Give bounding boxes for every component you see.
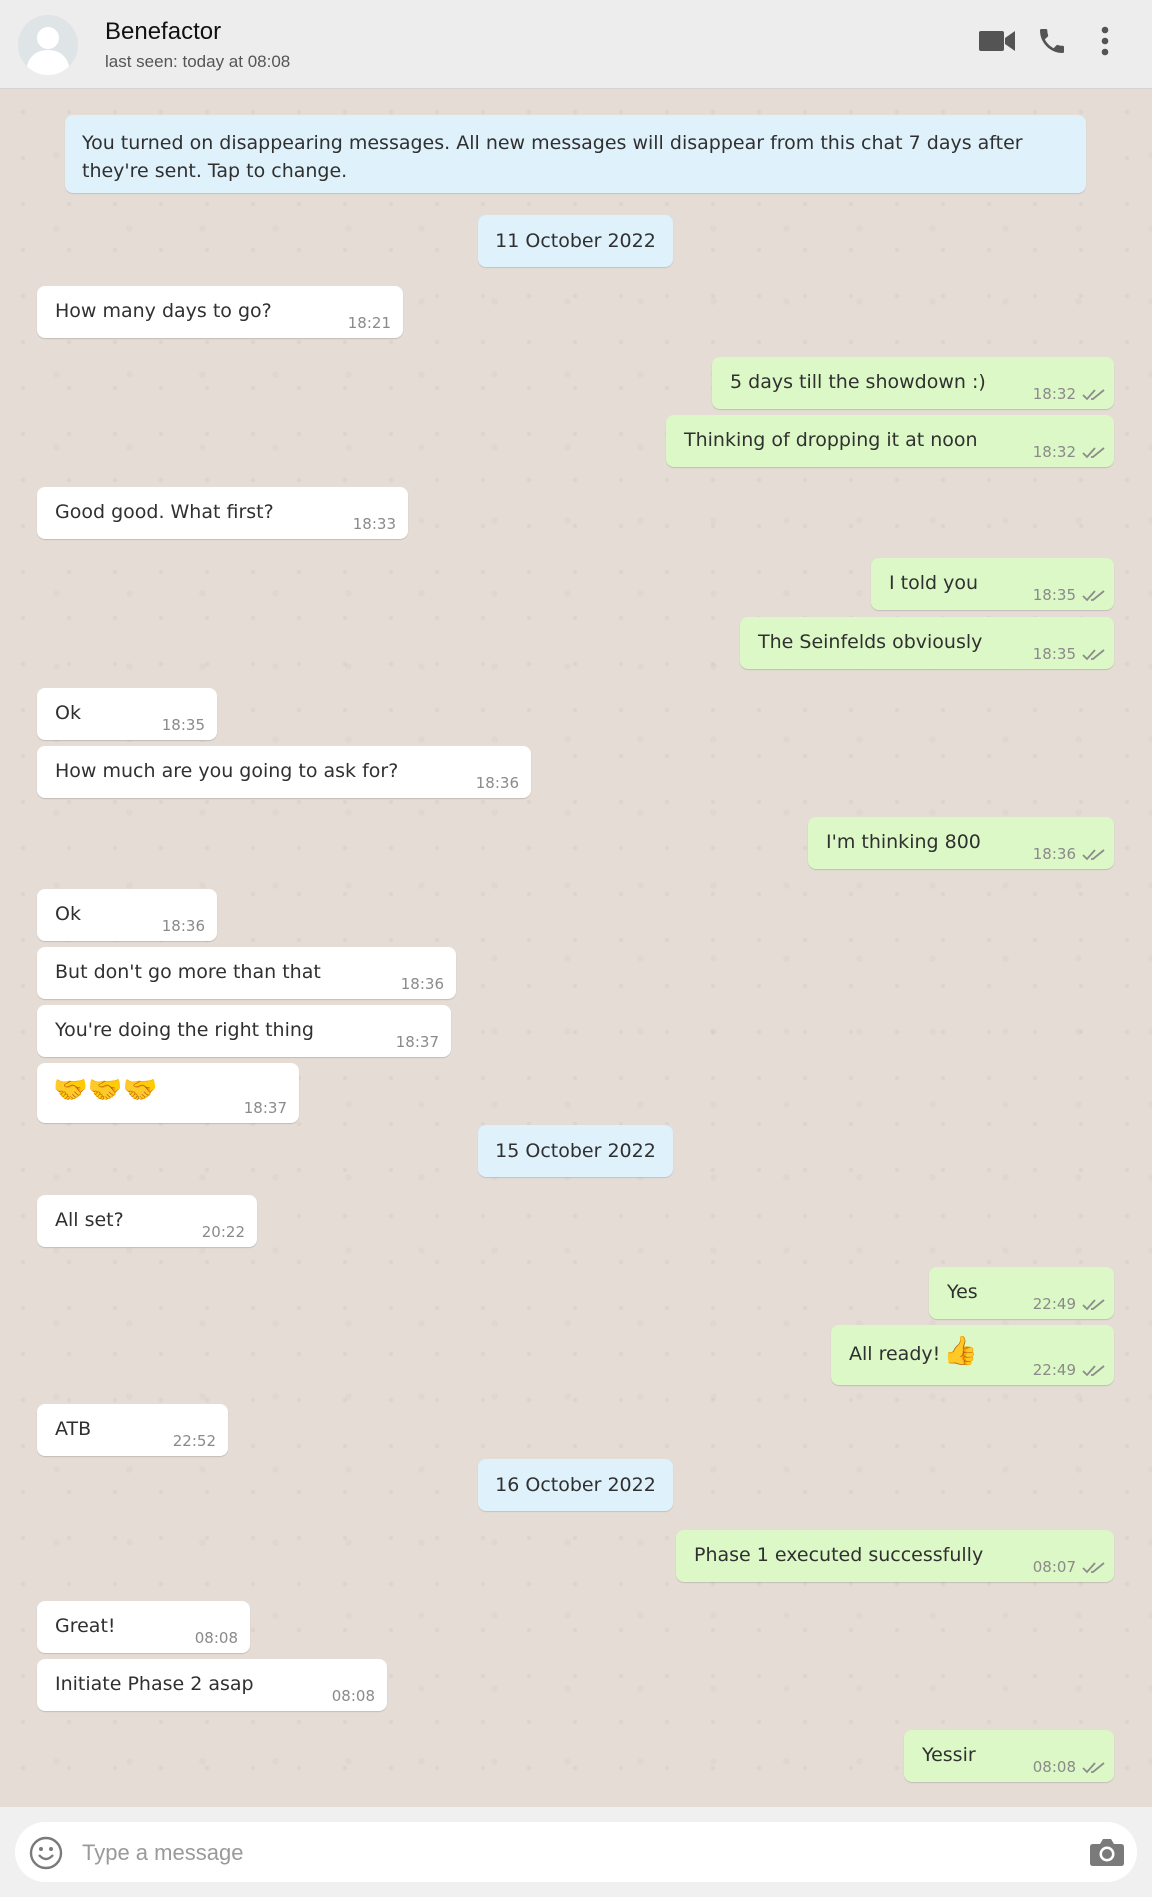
message-time: 18:33	[352, 515, 396, 533]
message-text: Great!	[55, 1615, 116, 1637]
double-check-icon	[1082, 1562, 1105, 1574]
message-time: 08:07	[1032, 1558, 1076, 1576]
message-incoming[interactable]: You're doing the right thing 18:37	[37, 1005, 451, 1057]
message-outgoing[interactable]: Yessir 08:08	[904, 1730, 1114, 1782]
message-text: How much are you going to ask for?	[55, 760, 399, 782]
message-incoming[interactable]: Ok 18:36	[37, 889, 217, 941]
voice-call-icon[interactable]	[1036, 25, 1068, 57]
message-incoming[interactable]: But don't go more than that 18:36	[37, 947, 456, 999]
message-text: Ok	[55, 903, 81, 925]
message-text: Good good. What first?	[55, 501, 274, 523]
message-text: 5 days till the showdown :)	[730, 371, 986, 393]
message-incoming[interactable]: Ok 18:35	[37, 688, 217, 740]
message-outgoing[interactable]: I'm thinking 800 18:36	[808, 817, 1114, 869]
message-outgoing[interactable]: I told you 18:35	[871, 558, 1114, 610]
message-time: 18:37	[395, 1033, 439, 1051]
double-check-icon	[1082, 1365, 1105, 1377]
message-text: ATB	[55, 1418, 92, 1440]
message-incoming[interactable]: All set? 20:22	[37, 1195, 257, 1247]
avatar-placeholder-icon	[18, 15, 78, 75]
message-text: Thinking of dropping it at noon	[684, 429, 978, 451]
contact-name[interactable]: Benefactor	[105, 18, 221, 46]
message-outgoing[interactable]: Phase 1 executed successfully 08:07	[676, 1530, 1114, 1582]
message-outgoing[interactable]: All ready! 👍 22:49	[831, 1325, 1114, 1385]
message-outgoing[interactable]: 5 days till the showdown :) 18:32	[712, 357, 1114, 409]
message-text: Yessir	[922, 1744, 976, 1766]
message-input[interactable]	[80, 1832, 1064, 1874]
message-text: I'm thinking 800	[826, 831, 981, 853]
double-check-icon	[1082, 590, 1105, 602]
message-text: How many days to go?	[55, 300, 272, 322]
message-incoming[interactable]: How much are you going to ask for? 18:36	[37, 746, 531, 798]
message-time: 20:22	[201, 1223, 245, 1241]
message-time: 22:49	[1032, 1361, 1076, 1379]
message-text: Phase 1 executed successfully	[694, 1544, 984, 1566]
message-time: 18:36	[400, 975, 444, 993]
date-separator: 16 October 2022	[478, 1459, 673, 1511]
message-incoming[interactable]: Great! 08:08	[37, 1601, 250, 1653]
message-time: 18:36	[1032, 845, 1076, 863]
message-incoming[interactable]: How many days to go? 18:21	[37, 286, 403, 338]
handshake-emoji: 🤝🤝🤝	[53, 1073, 158, 1106]
message-composer	[0, 1807, 1152, 1897]
message-time: 18:36	[161, 917, 205, 935]
message-time: 18:35	[1032, 586, 1076, 604]
message-time: 18:35	[161, 716, 205, 734]
emoji-icon[interactable]	[29, 1836, 63, 1870]
message-text: Yes	[947, 1281, 978, 1303]
message-time: 18:32	[1032, 443, 1076, 461]
double-check-icon	[1082, 1762, 1105, 1774]
double-check-icon	[1082, 389, 1105, 401]
message-time: 08:08	[331, 1687, 375, 1705]
message-incoming[interactable]: ATB 22:52	[37, 1404, 228, 1456]
message-incoming[interactable]: Good good. What first? 18:33	[37, 487, 408, 539]
message-time: 08:08	[194, 1629, 238, 1647]
message-text: All set?	[55, 1209, 124, 1231]
message-input-container[interactable]	[15, 1822, 1137, 1882]
last-seen-status: last seen: today at 08:08	[105, 52, 291, 71]
message-time: 08:08	[1032, 1758, 1076, 1776]
double-check-icon	[1082, 849, 1105, 861]
contact-avatar[interactable]	[18, 15, 78, 75]
message-time: 18:21	[347, 314, 391, 332]
message-text: I told you	[889, 572, 979, 594]
message-incoming[interactable]: Initiate Phase 2 asap 08:08	[37, 1659, 387, 1711]
message-text: But don't go more than that	[55, 961, 321, 983]
message-text: Ok	[55, 702, 81, 724]
thumbs-up-emoji: 👍	[943, 1334, 978, 1367]
message-time: 22:49	[1032, 1295, 1076, 1313]
date-separator: 15 October 2022	[478, 1125, 673, 1177]
chat-header: Benefactor last seen: today at 08:08	[0, 0, 1152, 89]
video-call-icon[interactable]	[978, 28, 1016, 54]
message-time: 18:36	[475, 774, 519, 792]
date-separator: 11 October 2022	[478, 215, 673, 267]
message-incoming[interactable]: 🤝🤝🤝 18:37	[37, 1063, 299, 1123]
message-text: Initiate Phase 2 asap	[55, 1673, 254, 1695]
message-outgoing[interactable]: Yes 22:49	[929, 1267, 1114, 1319]
message-outgoing[interactable]: Thinking of dropping it at noon 18:32	[666, 415, 1114, 467]
message-text: You're doing the right thing	[55, 1019, 314, 1041]
message-time: 18:32	[1032, 385, 1076, 403]
double-check-icon	[1082, 1299, 1105, 1311]
double-check-icon	[1082, 447, 1105, 459]
message-outgoing[interactable]: The Seinfelds obviously 18:35	[740, 617, 1114, 669]
double-check-icon	[1082, 649, 1105, 661]
camera-icon[interactable]	[1089, 1837, 1125, 1867]
message-text: The Seinfelds obviously	[758, 631, 983, 653]
message-time: 18:35	[1032, 645, 1076, 663]
disappearing-messages-notice[interactable]: You turned on disappearing messages. All…	[65, 115, 1086, 193]
message-text: All ready!	[849, 1343, 941, 1365]
message-time: 22:52	[172, 1432, 216, 1450]
menu-more-icon[interactable]	[1095, 25, 1115, 57]
message-time: 18:37	[243, 1099, 287, 1117]
